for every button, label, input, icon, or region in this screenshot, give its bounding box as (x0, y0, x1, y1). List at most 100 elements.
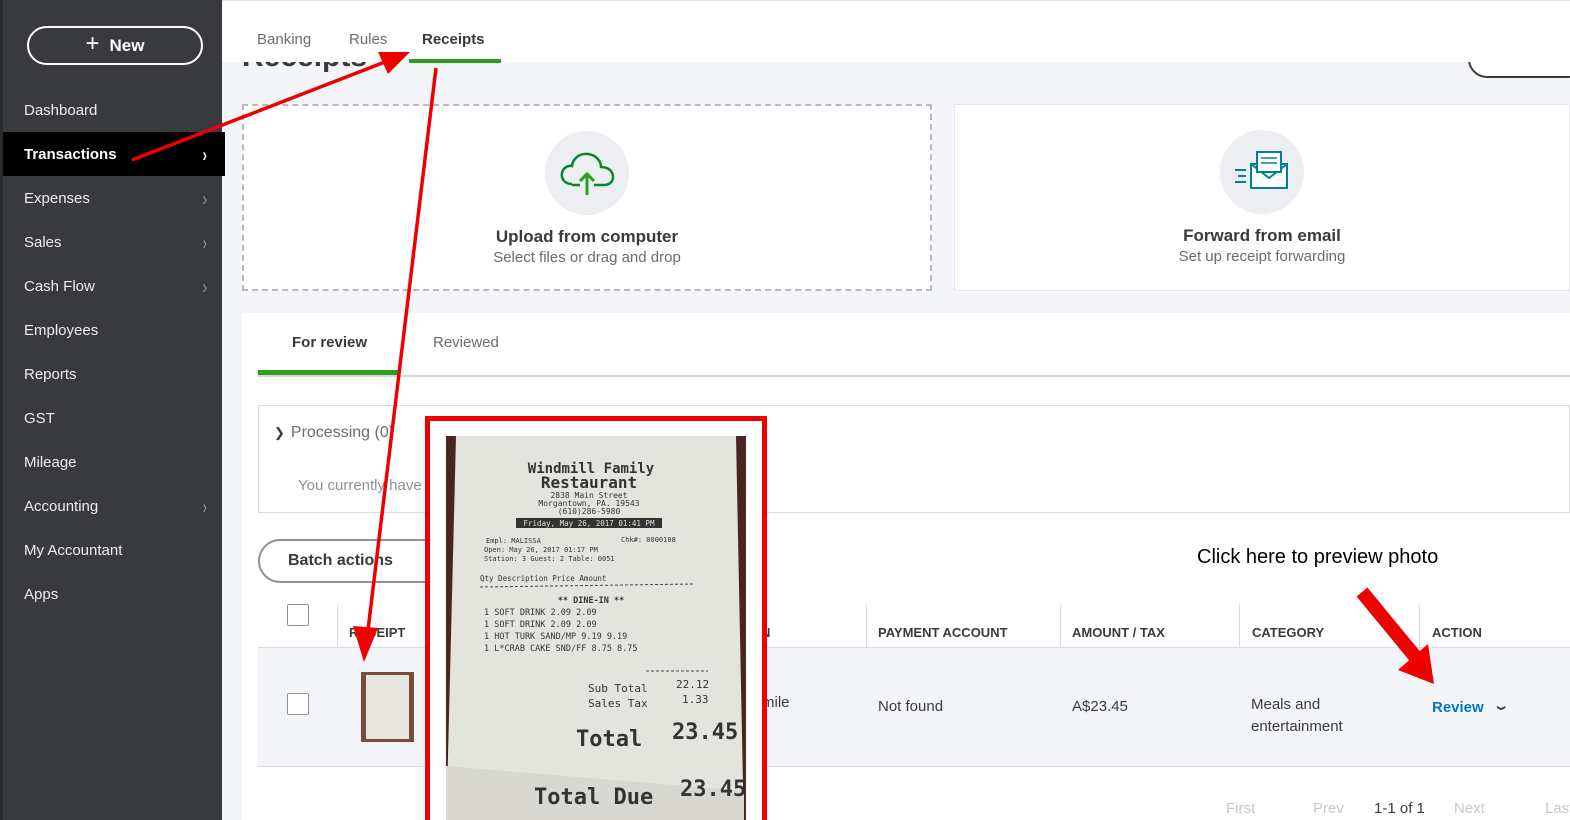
column-header-payment-account: PAYMENT ACCOUNT (878, 625, 1008, 640)
pagination-count: 1-1 of 1 (1374, 800, 1425, 817)
new-button[interactable]: + New (27, 26, 203, 65)
plus-icon: + (85, 30, 100, 57)
receipt-open: Open: May 26, 2017 01:17 PM (484, 546, 598, 554)
receipt-item4: 1 L*CRAB CAKE SND/FF 8.75 8.75 (484, 644, 638, 654)
row-payment-account: Not found (878, 698, 944, 715)
email-forward-icon (1220, 130, 1304, 214)
sidebar-item-label: Dashboard (24, 101, 98, 119)
receipt-item3: 1 HOT TURK SAND/MP 9.19 9.19 (484, 632, 627, 642)
sidebar-item-sales[interactable]: Sales › (3, 220, 225, 264)
sidebar-item-employees[interactable]: Employees (3, 308, 225, 352)
review-tabs-divider (258, 375, 1570, 377)
column-header-category: CATEGORY (1252, 625, 1325, 640)
processing-header: Processing (0) (290, 424, 395, 441)
upload-card-title: Upload from computer (495, 227, 679, 246)
row-category: Meals and entertainment (1251, 694, 1343, 738)
review-link[interactable]: Review (1432, 699, 1484, 716)
processing-toggle[interactable]: ❯ Processing (0) (274, 424, 394, 442)
tab-banking[interactable]: Banking (257, 31, 311, 48)
pagination-prev[interactable]: Prev (1313, 800, 1344, 817)
email-card-subtitle: Set up receipt forwarding (1178, 248, 1346, 265)
annotation-text: Click here to preview photo (1197, 546, 1439, 568)
receipt-station: Station: 3 Guest: 2 Table: 0051 (484, 555, 615, 563)
receipt-total: 23.45 (672, 720, 738, 745)
receipt-subtotal-label: Sub Total (588, 682, 648, 695)
column-divider (1419, 604, 1420, 647)
chevron-right-icon: › (202, 274, 207, 298)
sidebar-item-expenses[interactable]: Expenses › (3, 176, 225, 220)
upload-from-computer-card[interactable]: Upload from computer Select files or dra… (242, 104, 932, 291)
sidebar-nav: Dashboard Transactions › Expenses › Sales ›… (3, 88, 225, 616)
sidebar-item-cash-flow[interactable]: Cash Flow › (3, 264, 225, 308)
receipt-phone: (610)286-5980 (558, 507, 621, 516)
sidebar-item-label: My Accountant (24, 541, 123, 559)
chevron-down-icon: ❯ (274, 425, 285, 440)
receipt-paper: Windmill Family Restaurant 2838 Main Str… (446, 436, 746, 820)
upload-card-subtitle: Select files or drag and drop (493, 249, 681, 266)
sidebar-item-apps[interactable]: Apps (3, 572, 225, 616)
receipt-line2: Restaurant (541, 473, 637, 492)
sidebar-item-my-accountant[interactable]: My Accountant (3, 528, 225, 572)
cloud-upload-icon (545, 131, 629, 215)
receipt-item1: 1 SOFT DRINK 2.09 2.09 (484, 608, 597, 618)
pagination-next[interactable]: Next (1454, 800, 1485, 817)
sidebar-item-label: Employees (24, 321, 99, 339)
review-tab-active-indicator (258, 370, 398, 375)
receipt-preview-popup: Windmill Family Restaurant 2838 Main Str… (425, 416, 767, 820)
sidebar-item-label: Reports (24, 365, 77, 383)
tab-for-review[interactable]: For review (292, 334, 367, 351)
batch-actions-button[interactable]: Batch actions (258, 539, 448, 583)
sidebar-item-dashboard[interactable]: Dashboard (3, 88, 225, 132)
tab-receipts[interactable]: Receipts (422, 31, 485, 48)
sidebar-item-gst[interactable]: GST (3, 396, 225, 440)
chevron-right-icon: › (202, 494, 207, 518)
processing-empty-text: You currently have (298, 477, 422, 494)
receipt-subtotal: 22.12 (676, 678, 709, 691)
receipt-total-due-label: Total Due (534, 785, 653, 810)
receipt-tax-label: Sales Tax (588, 697, 648, 710)
receipt-date: Friday, May 26, 2017 01:41 PM (524, 519, 655, 528)
column-divider (1239, 604, 1240, 647)
sidebar-item-accounting[interactable]: Accounting › (3, 484, 225, 528)
receipt-thumbnail[interactable] (361, 672, 414, 742)
sidebar-item-label: Accounting (24, 497, 99, 515)
receipt-chk: Chk#: 0000108 (621, 536, 676, 544)
receipt-item2: 1 SOFT DRINK 2.09 2.09 (484, 620, 597, 630)
tab-active-indicator (409, 59, 501, 63)
sidebar-item-label: Cash Flow (24, 277, 95, 295)
receipt-total-label: Total (576, 727, 642, 752)
row-amount: A$23.45 (1072, 698, 1128, 715)
chevron-right-icon: › (202, 230, 207, 254)
column-header-amount-tax: AMOUNT / TAX (1072, 625, 1165, 640)
chevron-right-icon: › (202, 186, 207, 210)
new-button-label: New (109, 35, 145, 55)
column-divider (866, 604, 867, 647)
pagination-last[interactable]: Last (1545, 800, 1570, 817)
left-sidebar: + New Dashboard Transactions › Expenses › … (0, 0, 225, 820)
row-checkbox[interactable] (287, 693, 309, 715)
receipt-empl: Empl: MALISSA (486, 537, 542, 545)
receipt-photo: Windmill Family Restaurant 2838 Main Str… (446, 436, 746, 820)
sidebar-item-label: GST (24, 409, 55, 427)
column-divider (337, 604, 338, 647)
chevron-down-icon[interactable]: › (1489, 705, 1512, 710)
chevron-right-icon: › (202, 142, 207, 166)
email-card-title: Forward from email (1183, 226, 1341, 245)
column-divider (1060, 604, 1061, 647)
sidebar-item-reports[interactable]: Reports (3, 352, 225, 396)
tab-reviewed[interactable]: Reviewed (433, 334, 499, 351)
sidebar-item-label: Expenses (24, 189, 90, 207)
pagination-first[interactable]: First (1226, 800, 1255, 817)
row-category-line2: entertainment (1251, 718, 1343, 735)
sidebar-item-mileage[interactable]: Mileage (3, 440, 225, 484)
sidebar-item-transactions[interactable]: Transactions › (3, 132, 225, 176)
column-header-receipt: RECEIPT (349, 625, 406, 640)
column-header-action: ACTION (1432, 625, 1482, 640)
forward-from-email-card[interactable]: Forward from email Set up receipt forwar… (954, 104, 1570, 291)
row-category-line1: Meals and (1251, 696, 1321, 713)
sidebar-item-label: Apps (24, 585, 59, 603)
tab-rules[interactable]: Rules (349, 31, 387, 48)
sidebar-item-label: Transactions (24, 145, 117, 163)
receipt-columns: Qty Description Price Amount (480, 574, 606, 583)
select-all-checkbox[interactable] (287, 604, 309, 626)
